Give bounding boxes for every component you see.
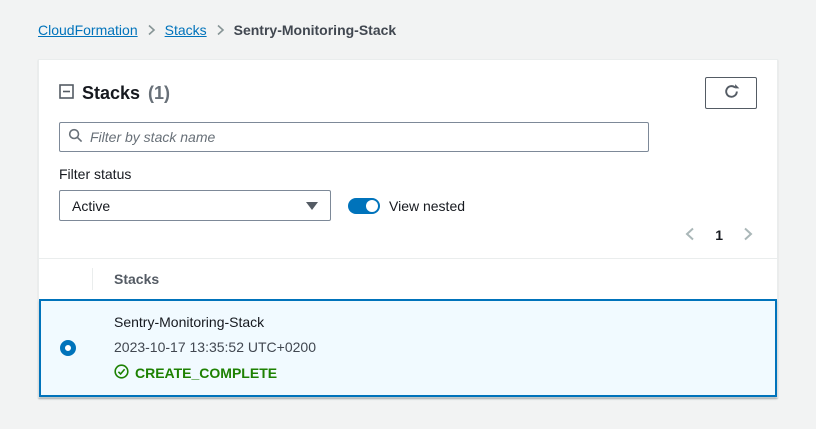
panel-header: Stacks (1) xyxy=(59,77,757,109)
refresh-icon xyxy=(723,83,740,103)
chevron-right-icon xyxy=(216,24,225,36)
cloudformation-stacks-page: CloudFormation Stacks Sentry-Monitoring-… xyxy=(0,0,816,398)
view-nested-toggle-group: View nested xyxy=(348,198,465,214)
stacks-count-badge: (1) xyxy=(148,83,170,104)
collapse-section-button[interactable] xyxy=(59,84,74,102)
breadcrumb-link-stacks[interactable]: Stacks xyxy=(165,22,207,38)
chevron-right-icon xyxy=(743,227,753,244)
filter-controls-row: Active View nested xyxy=(59,190,757,221)
stacks-panel: Stacks (1) Filter status Active xyxy=(38,59,778,398)
toggle-knob xyxy=(366,200,378,212)
view-nested-toggle[interactable] xyxy=(348,198,380,214)
next-page-button[interactable] xyxy=(739,225,757,246)
column-divider xyxy=(92,268,93,290)
stack-status: CREATE_COMPLETE xyxy=(114,364,316,382)
refresh-button[interactable] xyxy=(705,77,757,109)
stack-row-content: Sentry-Monitoring-Stack 2023-10-17 13:35… xyxy=(114,301,316,395)
filter-status-selected-value: Active xyxy=(72,198,110,214)
panel-title: Stacks xyxy=(82,83,140,104)
radio-cell xyxy=(41,340,114,356)
stack-row-selected[interactable]: Sentry-Monitoring-Stack 2023-10-17 13:35… xyxy=(39,299,777,397)
breadcrumb-current: Sentry-Monitoring-Stack xyxy=(234,22,397,38)
collapse-minus-icon xyxy=(59,84,74,102)
view-nested-label: View nested xyxy=(389,198,465,214)
search-icon xyxy=(68,128,83,146)
filter-status-select[interactable]: Active xyxy=(59,190,331,221)
stack-filter-searchbox xyxy=(59,122,649,152)
stacks-column-header: Stacks xyxy=(114,271,159,287)
filter-status-label: Filter status xyxy=(59,166,757,182)
check-circle-icon xyxy=(114,364,129,382)
caret-down-icon xyxy=(306,202,318,210)
chevron-left-icon xyxy=(685,227,695,244)
stack-created-timestamp: 2023-10-17 13:35:52 UTC+0200 xyxy=(114,339,316,355)
search-input[interactable] xyxy=(90,129,640,145)
stack-status-label: CREATE_COMPLETE xyxy=(135,365,277,381)
panel-title-group: Stacks (1) xyxy=(59,83,170,104)
page-number-current[interactable]: 1 xyxy=(709,225,729,245)
previous-page-button[interactable] xyxy=(681,225,699,246)
pagination: 1 xyxy=(59,222,757,248)
table-header-row: Stacks xyxy=(39,259,777,299)
breadcrumb: CloudFormation Stacks Sentry-Monitoring-… xyxy=(38,22,778,38)
stack-radio-selected[interactable] xyxy=(60,340,76,356)
breadcrumb-link-cloudformation[interactable]: CloudFormation xyxy=(38,22,138,38)
chevron-right-icon xyxy=(147,24,156,36)
stack-name: Sentry-Monitoring-Stack xyxy=(114,314,316,330)
